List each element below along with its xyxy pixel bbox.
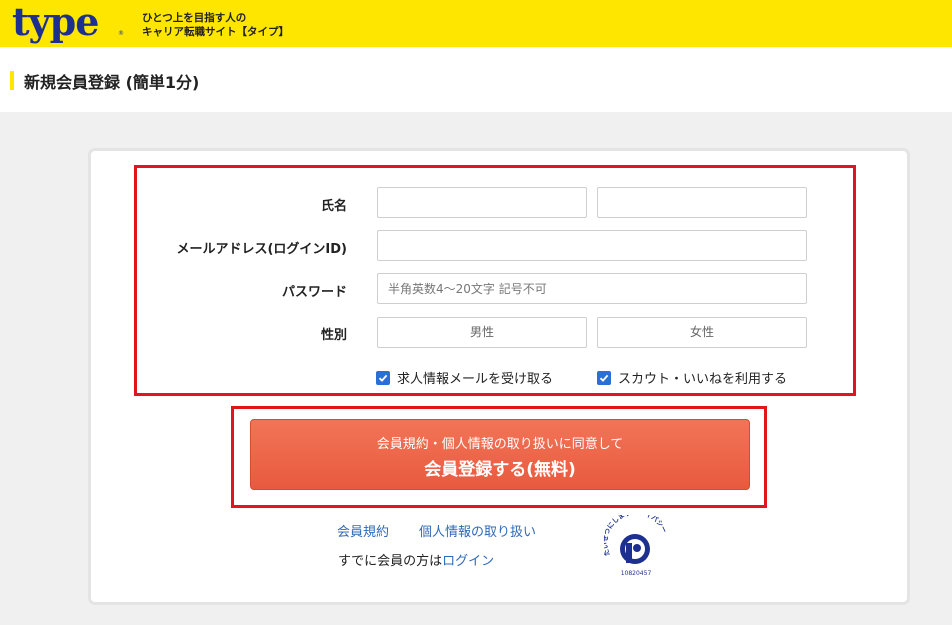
password-input[interactable] — [377, 273, 807, 304]
checkbox-checked-icon — [376, 370, 390, 385]
first-name-input[interactable] — [597, 187, 807, 218]
name-label: 氏名 — [320, 199, 347, 214]
gender-female-option[interactable]: 女性 — [597, 317, 807, 348]
title-bar: 新規会員登録 (簡単1分) — [0, 47, 952, 112]
existing-member-text: すでに会員の方はログイン — [338, 550, 494, 569]
email-input[interactable] — [377, 230, 807, 261]
existing-member-prefix: すでに会員の方は — [338, 554, 443, 569]
last-name-input[interactable] — [377, 187, 587, 218]
submit-label: 会員登録する(無料) — [424, 460, 576, 480]
privacy-mark-number: 10820457 — [621, 570, 652, 577]
register-submit-button[interactable]: 会員規約・個人情報の取り扱いに同意して 会員登録する(無料) — [250, 419, 750, 490]
gender-male-option[interactable]: 男性 — [377, 317, 587, 348]
site-tagline: ひとつ上を目指す人の キャリア転職サイト【タイプ】 — [142, 11, 289, 39]
job-mail-checkbox[interactable]: 求人情報メールを受け取る — [376, 368, 553, 387]
privacy-mark-icon[interactable]: たいせつにしますプライバシー 10820457 — [601, 507, 669, 577]
type-logo[interactable]: type — [12, 2, 99, 42]
job-mail-checkbox-label: 求人情報メールを受け取る — [397, 372, 554, 387]
privacy-policy-link[interactable]: 個人情報の取り扱い — [419, 521, 536, 540]
registered-mark: ® — [118, 30, 124, 37]
scout-checkbox-label: スカウト・いいねを利用する — [618, 372, 788, 387]
scout-checkbox[interactable]: スカウト・いいねを利用する — [597, 368, 787, 387]
submit-subtext: 会員規約・個人情報の取り扱いに同意して — [376, 437, 624, 452]
page-title: 新規会員登録 (簡単1分) — [24, 73, 200, 92]
tagline-line-2: キャリア転職サイト【タイプ】 — [142, 26, 289, 38]
login-link[interactable]: ログイン — [442, 554, 494, 569]
password-label: パスワード — [281, 285, 347, 300]
checkbox-checked-icon — [597, 370, 611, 385]
gender-label: 性別 — [320, 328, 347, 343]
email-label: メールアドレス(ログインID) — [176, 242, 347, 257]
top-header: type ® ひとつ上を目指す人の キャリア転職サイト【タイプ】 — [0, 0, 952, 47]
title-accent-bar — [10, 71, 14, 90]
tagline-line-1: ひとつ上を目指す人の — [142, 12, 247, 24]
terms-link[interactable]: 会員規約 — [337, 521, 389, 540]
